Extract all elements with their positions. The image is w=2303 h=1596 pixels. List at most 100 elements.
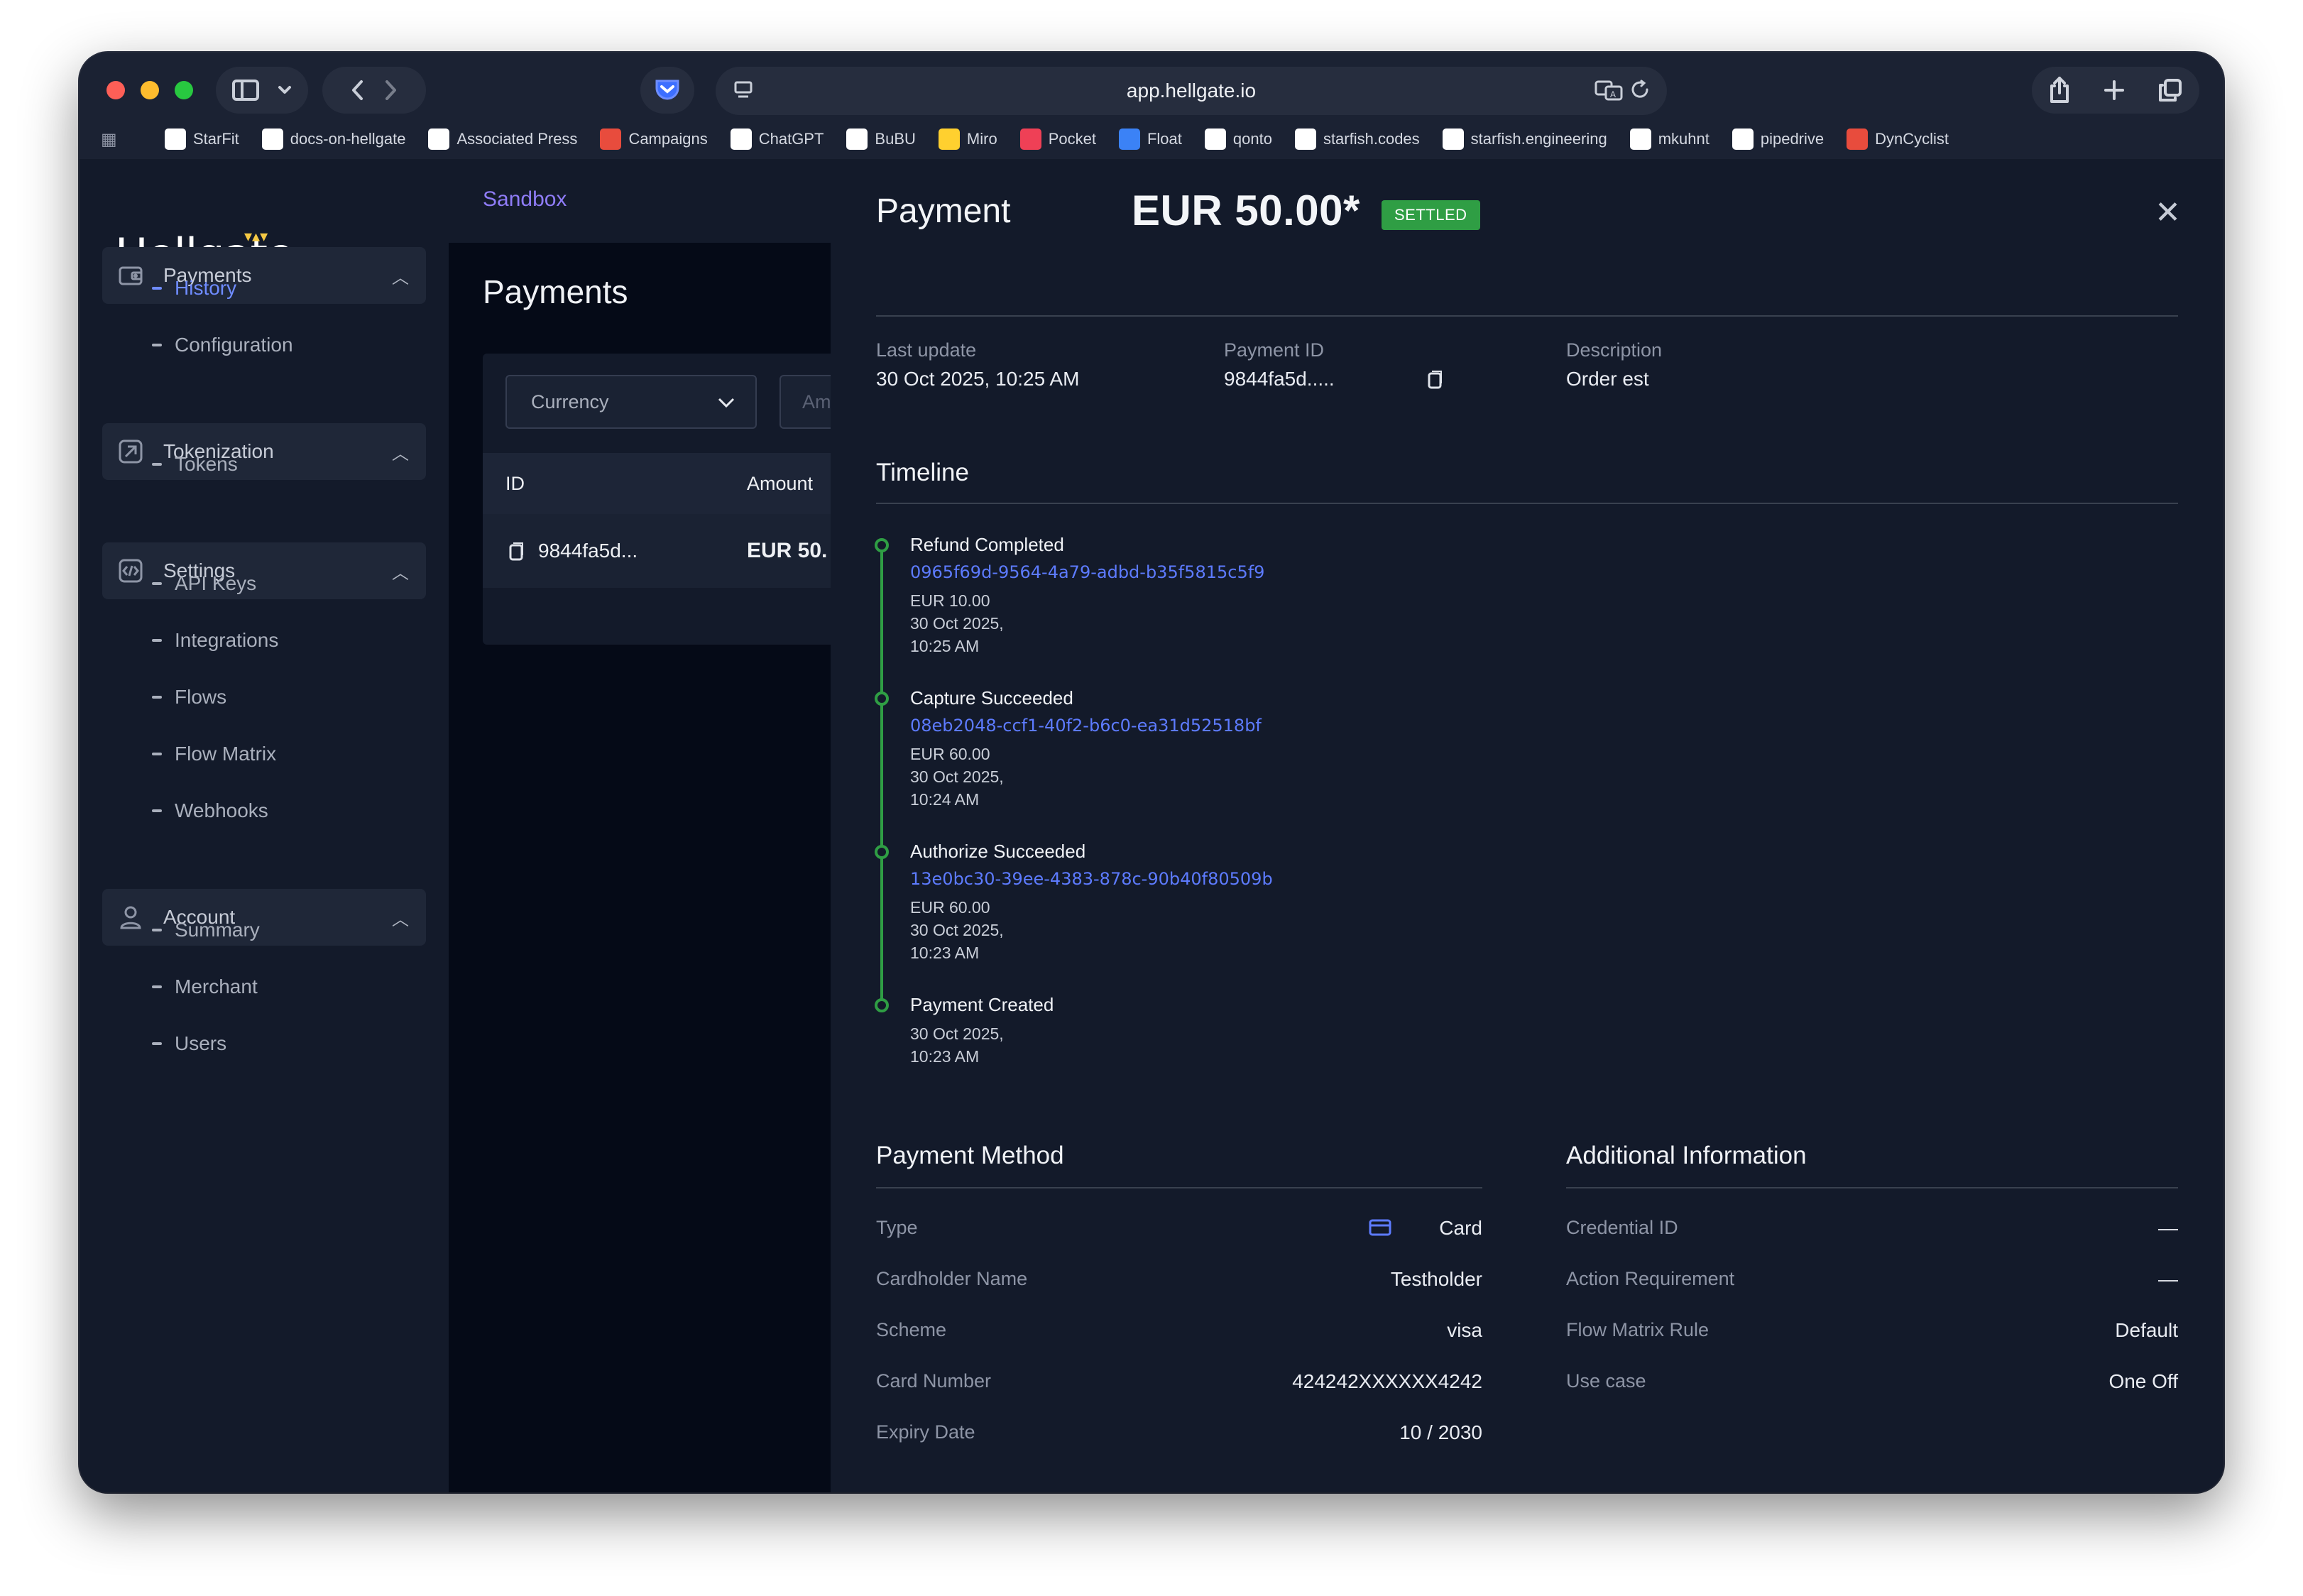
timeline-date: 30 Oct 2025, <box>910 614 1004 633</box>
minimize-window-button[interactable] <box>141 81 159 99</box>
pipedrive-icon <box>1732 129 1754 150</box>
miro-icon <box>938 129 960 150</box>
share-icon[interactable] <box>2049 76 2070 104</box>
back-icon[interactable] <box>351 80 365 101</box>
new-tab-icon[interactable] <box>2104 80 2125 101</box>
timeline-dot <box>875 998 889 1012</box>
bookmark-label: pipedrive <box>1760 130 1825 148</box>
sidebar-icon <box>232 80 259 101</box>
bubu-icon <box>846 129 868 150</box>
bullet-dash <box>152 463 162 466</box>
sidebar-item-label: Integrations <box>175 629 279 651</box>
chevron-down-icon <box>718 398 735 408</box>
sidebar-item-webhooks[interactable]: Webhooks <box>152 799 268 822</box>
chevron-up-icon: ︿ <box>392 268 409 288</box>
bookmark-item[interactable]: Miro <box>938 129 997 150</box>
bookmark-item[interactable]: StarFit <box>165 129 239 150</box>
bullet-dash <box>152 344 162 346</box>
timeline-dot <box>875 538 889 552</box>
timeline-event-title: Capture Succeeded <box>910 687 1073 709</box>
environment-label[interactable]: Sandbox <box>483 187 567 212</box>
divider <box>876 315 2178 317</box>
translate-icon[interactable]: A <box>1594 80 1623 101</box>
bookmark-item[interactable]: Campaigns <box>600 129 708 150</box>
sidebar-item-flow-matrix[interactable]: Flow Matrix <box>152 743 276 765</box>
sidebar-item-users[interactable]: Users <box>152 1032 226 1055</box>
bookmark-item[interactable]: docs-on-hellgate <box>261 129 405 150</box>
bullet-dash <box>152 809 162 812</box>
bookmark-item[interactable]: Float <box>1118 129 1182 150</box>
pocket-icon <box>655 80 679 100</box>
maximize-window-button[interactable] <box>175 81 193 99</box>
payment-method-label: Scheme <box>876 1319 947 1340</box>
sidebar-item-summary[interactable]: Summary <box>152 919 260 941</box>
bookmark-item[interactable]: ChatGPT <box>730 129 824 150</box>
sidebar-item-api-keys[interactable]: API Keys <box>152 572 256 595</box>
bookmark-item[interactable]: starfish.codes <box>1294 129 1420 150</box>
timeline-time: 10:23 AM <box>910 1047 980 1066</box>
payments-list-panel: Sandbox Payments Currency Am ID Amount 9… <box>449 159 865 1492</box>
bookmark-item[interactable]: qonto <box>1204 129 1272 150</box>
timeline-time: 10:24 AM <box>910 790 980 809</box>
bookmark-label: DynCyclist <box>1875 130 1949 148</box>
bookmark-label: ChatGPT <box>758 130 824 148</box>
tab-overview-icon[interactable] <box>2158 78 2182 102</box>
timeline-amount: EUR 60.00 <box>910 898 990 917</box>
forward-icon[interactable] <box>383 80 398 101</box>
sidebar-item-integrations[interactable]: Integrations <box>152 629 278 652</box>
timeline-operation-link[interactable]: 08eb2048-ccf1-40f2-b6c0-ea31d52518bf <box>910 716 1262 736</box>
bullet-dash <box>152 582 162 585</box>
pocket-extension-button[interactable] <box>640 67 694 114</box>
campaigns-icon <box>600 129 622 150</box>
timeline-dot <box>875 845 889 859</box>
currency-filter-select[interactable]: Currency <box>505 375 757 429</box>
table-row[interactable]: 9844fa5d... EUR 50. <box>483 514 852 588</box>
bookmark-item[interactable]: pipedrive <box>1732 129 1824 150</box>
close-icon[interactable]: ✕ <box>2155 195 2181 231</box>
bookmark-item[interactable]: BuBU <box>846 129 916 150</box>
svg-text:A: A <box>1610 89 1616 99</box>
nav-group-payments[interactable]: Payments ︿ <box>102 247 426 304</box>
bookmark-label: StarFit <box>193 130 239 148</box>
row-amount: EUR 50. <box>747 539 828 562</box>
bookmark-item[interactable]: starfish.engineering <box>1442 129 1607 150</box>
column-header-amount[interactable]: Amount <box>747 473 813 495</box>
copy-icon[interactable] <box>507 541 525 562</box>
bookmark-item[interactable]: DynCyclist <box>1847 129 1949 150</box>
sidebar-item-tokens[interactable]: Tokens <box>152 453 238 476</box>
bookmark-item[interactable]: Pocket <box>1019 129 1096 150</box>
reload-icon[interactable] <box>1630 80 1651 101</box>
nav-group-settings[interactable]: Settings ︿ <box>102 542 426 599</box>
timeline-operation-link[interactable]: 13e0bc30-39ee-4383-878c-90b40f80509b <box>910 869 1273 889</box>
sidebar-item-history[interactable]: History <box>152 277 236 300</box>
bookmark-label: BuBU <box>875 130 916 148</box>
nav-group-account[interactable]: Account ︿ <box>102 889 426 946</box>
close-window-button[interactable] <box>106 81 125 99</box>
sidebar-toggle-button[interactable] <box>216 67 308 114</box>
sidebar-item-configuration[interactable]: Configuration <box>152 334 293 356</box>
apps-grid-icon[interactable]: ▦ <box>101 129 122 150</box>
timeline-operation-link[interactable]: 0965f69d-9564-4a79-adbd-b35f5815c5f9 <box>910 562 1264 582</box>
timeline-dot <box>875 692 889 706</box>
address-bar[interactable]: app.hellgate.io A <box>716 67 1667 115</box>
copy-icon[interactable] <box>1426 369 1444 390</box>
sidebar-item-flows[interactable]: Flows <box>152 686 226 709</box>
sidebar-item-label: Webhooks <box>175 799 268 821</box>
logo-crown-icon: ▾▴▾ <box>244 227 268 245</box>
sidebar-item-label: Users <box>175 1032 227 1054</box>
history-nav <box>322 67 426 114</box>
column-header-id[interactable]: ID <box>505 473 525 495</box>
additional-info-label: Credential ID <box>1566 1217 1678 1238</box>
bullet-dash <box>152 985 162 988</box>
additional-info-value: — <box>2158 1217 2178 1239</box>
sidebar-item-merchant[interactable]: Merchant <box>152 975 258 998</box>
ap-icon <box>428 129 450 150</box>
nav-group-tokenization[interactable]: Tokenization ︿ <box>102 423 426 480</box>
code-icon <box>118 558 143 584</box>
bookmark-item[interactable]: Associated Press <box>428 129 577 150</box>
bookmark-item[interactable]: mkuhnt <box>1629 129 1710 150</box>
bookmark-label: Pocket <box>1048 130 1096 148</box>
github-icon <box>1629 129 1651 150</box>
timeline-amount: EUR 10.00 <box>910 591 990 610</box>
additional-info-label: Action Requirement <box>1566 1268 1735 1289</box>
